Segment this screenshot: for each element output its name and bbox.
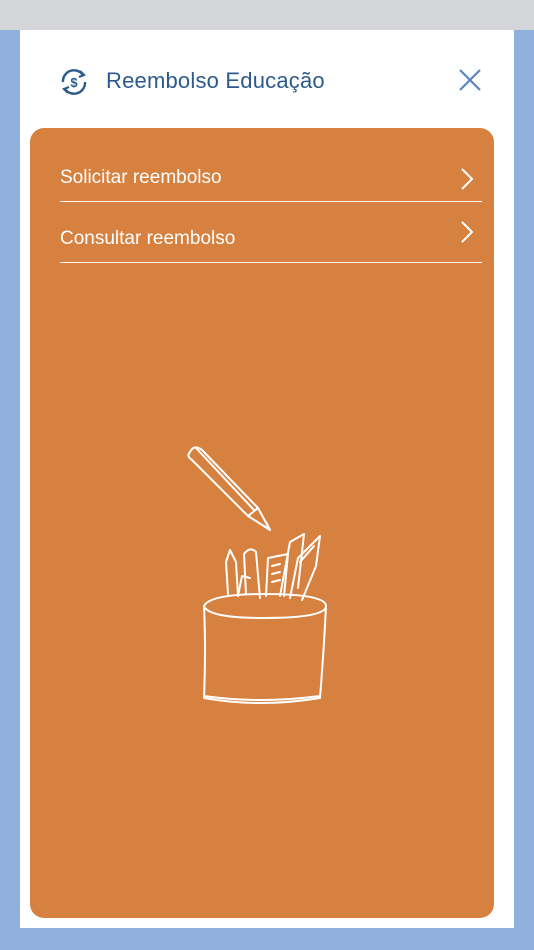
chevron-right-icon (461, 221, 474, 243)
refund-currency-icon: $ (61, 69, 87, 95)
menu-item-label: Solicitar reembolso (60, 167, 222, 188)
close-icon (459, 69, 481, 91)
menu-item-consultar-reembolso[interactable]: Consultar reembolso (60, 202, 482, 263)
svg-text:$: $ (70, 75, 78, 90)
chevron-right-icon (461, 168, 474, 190)
modal-sheet: $ Reembolso Educação Solicitar reembolso… (20, 30, 514, 928)
close-button[interactable] (456, 66, 484, 94)
menu-item-solicitar-reembolso[interactable]: Solicitar reembolso (60, 148, 482, 202)
header: $ Reembolso Educação (20, 30, 514, 128)
pencil-cup-illustration (187, 446, 327, 704)
page-title: Reembolso Educação (106, 68, 325, 93)
menu-item-label: Consultar reembolso (60, 228, 236, 249)
menu-card: Solicitar reembolso Consultar reembolso (30, 128, 494, 918)
status-bar (0, 0, 534, 30)
